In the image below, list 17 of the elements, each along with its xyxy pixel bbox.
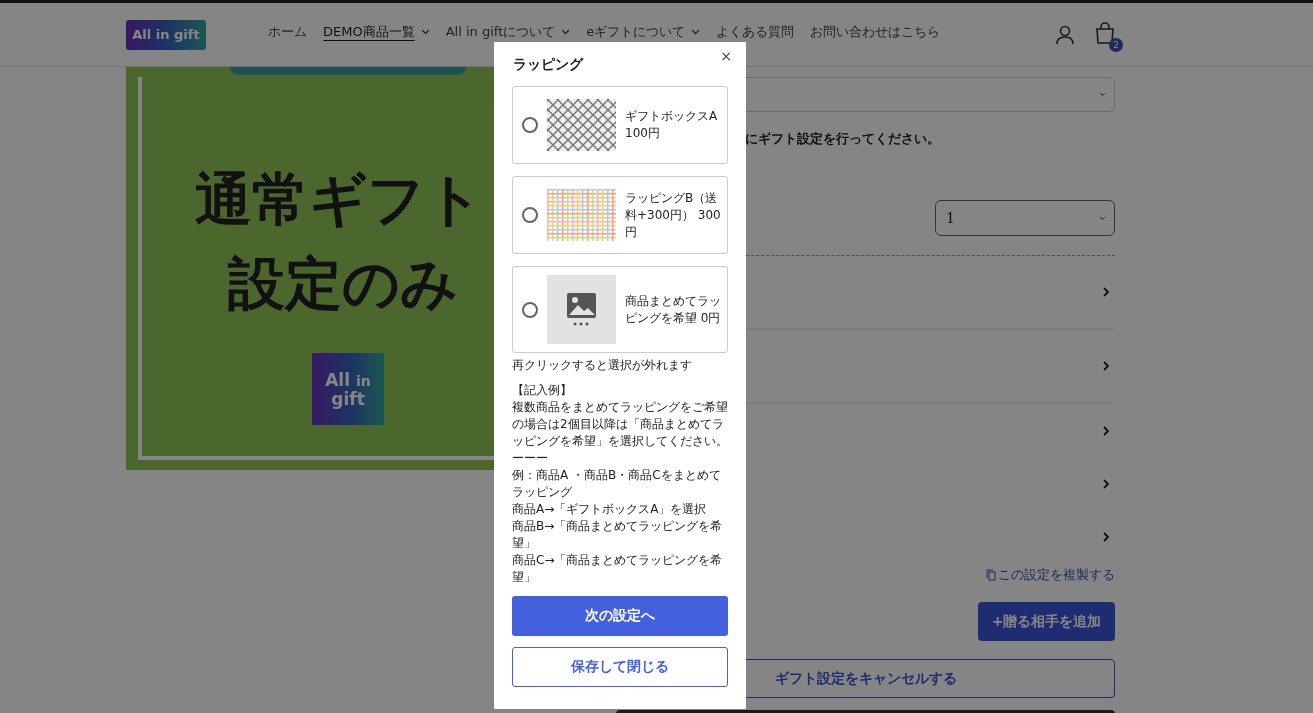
example-text-line: ーーー [512, 450, 549, 467]
product-title-line: 通常ギフト [195, 165, 483, 234]
example-text-line: 【記入例】 [512, 382, 573, 399]
option-label: ラッピングB（送料+300円） 300円 [625, 189, 721, 241]
example-text-line: 商品A→「ギフトボックスA」を選択 [512, 501, 708, 518]
option-label: 商品まとめてラッピングを希望 0円 [625, 292, 721, 327]
example-text-line: 例：商品A ・商品B・商品Cをまとめてラッピング [512, 467, 722, 501]
product-title-line: 設定のみ [228, 249, 458, 318]
logo: All in gift [312, 353, 384, 425]
cart-count-badge: 2 [1109, 37, 1123, 52]
modal-title: ラッピング [513, 56, 585, 74]
instruction-text: にギフト設定を行ってください。 [745, 130, 941, 148]
option-label: ギフトボックスA 100円 [625, 108, 719, 142]
hint-text: 再クリックすると選択が外れます [512, 357, 693, 374]
example-text-line: 商品B→「商品まとめてラッピングを希望」 [512, 518, 724, 552]
example-text-line: 複数商品をまとめてラッピングをご希望の場合は2個目以降は「商品まとめてラッピングを希望」を選択してください。 [512, 399, 728, 450]
example-text-line: 商品C→「商品まとめてラッピングを希望」 [512, 552, 724, 586]
